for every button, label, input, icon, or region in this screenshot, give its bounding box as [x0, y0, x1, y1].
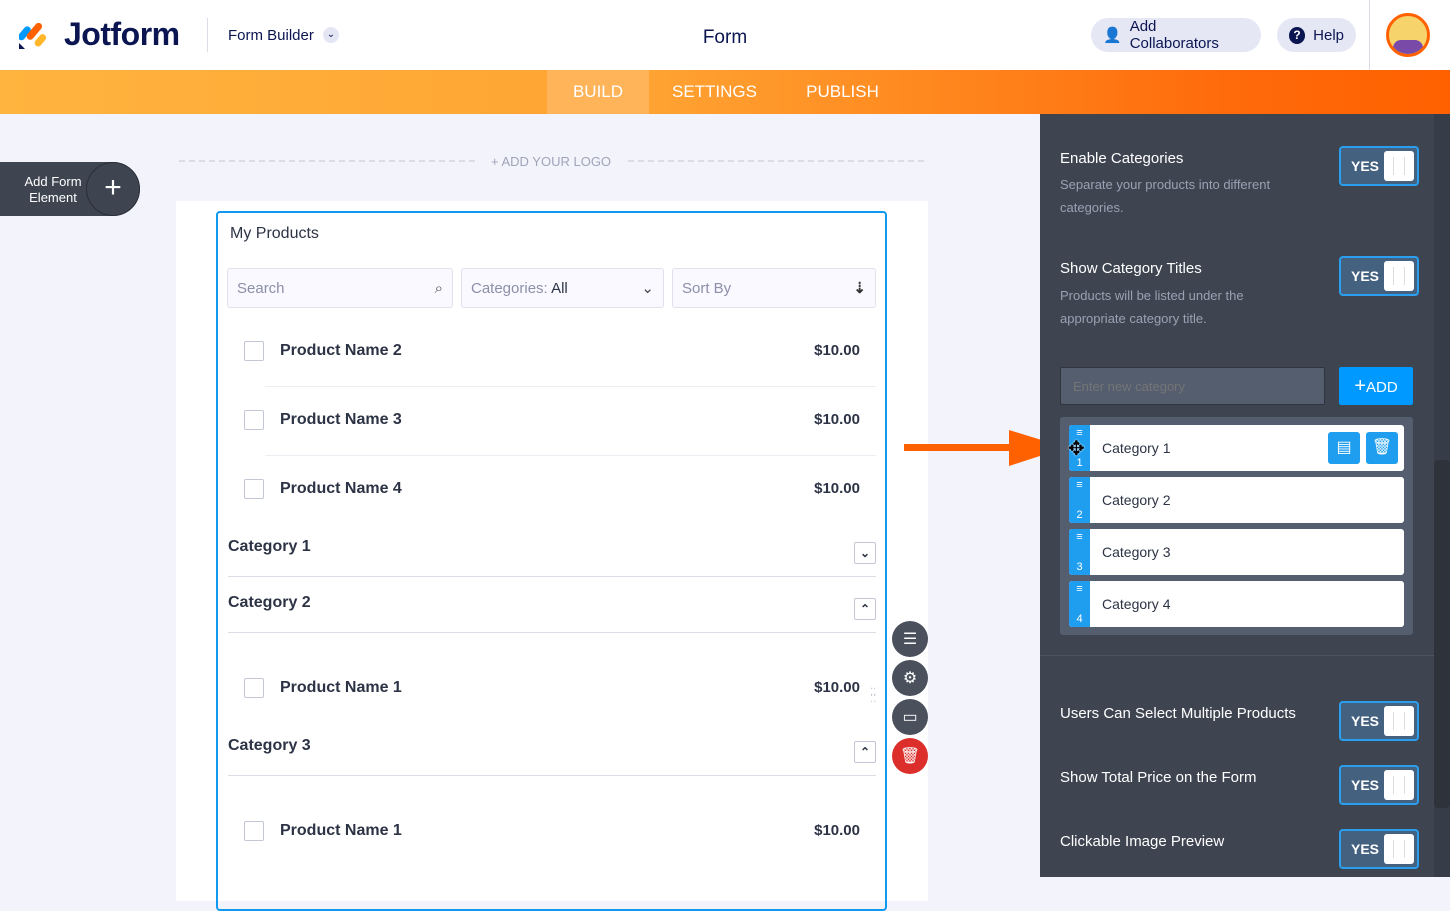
- enable-categories-desc: Separate your products into different ca…: [1060, 177, 1271, 215]
- list-icon[interactable]: ☰: [892, 621, 928, 657]
- tab-build[interactable]: BUILD: [547, 70, 649, 114]
- divider: [228, 632, 876, 633]
- checkbox[interactable]: [244, 410, 264, 430]
- drag-handle-icon[interactable]: ≡ 4: [1069, 581, 1090, 627]
- category-name: Category 4: [1102, 596, 1171, 612]
- product-name: Product Name 1: [280, 679, 402, 696]
- product-name: Product Name 2: [280, 342, 402, 359]
- image-preview-label: Clickable Image Preview: [1060, 833, 1225, 850]
- category-item[interactable]: ≡ 3 Category 3: [1069, 529, 1404, 575]
- tab-settings[interactable]: SETTINGS: [662, 70, 767, 114]
- sort-select[interactable]: Sort By ⇣: [672, 268, 876, 308]
- add-page-icon[interactable]: ▤: [1328, 432, 1360, 464]
- total-price-label: Show Total Price on the Form: [1060, 769, 1257, 786]
- category-header[interactable]: Category 1 ⌄: [228, 538, 876, 578]
- scrollbar[interactable]: [1434, 114, 1450, 877]
- product-price: $10.00: [814, 480, 860, 497]
- help-button[interactable]: ? Help: [1277, 18, 1356, 52]
- multi-select-label: Users Can Select Multiple Products: [1060, 705, 1296, 722]
- product-row[interactable]: Product Name 3 $10.00: [228, 400, 876, 440]
- product-row[interactable]: Product Name 4 $10.00: [228, 469, 876, 509]
- category-item[interactable]: ≡ 1 Category 1 ▤ 🗑: [1069, 425, 1404, 471]
- divider: [265, 386, 876, 387]
- add-form-element-button[interactable]: Add Form Element +: [0, 162, 140, 216]
- drag-handle-icon[interactable]: ≡ 3: [1069, 529, 1090, 575]
- move-cursor-icon: ✥: [1068, 438, 1085, 460]
- search-input[interactable]: Search ⌕: [227, 268, 453, 308]
- enable-categories-toggle[interactable]: YES: [1339, 146, 1419, 186]
- add-category-button[interactable]: +ADD: [1339, 367, 1413, 405]
- divider: [1040, 655, 1434, 656]
- divider: [1369, 0, 1370, 70]
- show-titles-label: Show Category Titles: [1060, 260, 1202, 277]
- trash-icon[interactable]: 🗑: [892, 738, 928, 774]
- category-header[interactable]: Category 2 ⌃: [228, 594, 876, 634]
- label: Categories:: [471, 279, 548, 297]
- product-name: Product Name 3: [280, 411, 402, 428]
- total-price-toggle[interactable]: YES: [1339, 765, 1419, 805]
- chevron-down-icon[interactable]: ⌄: [854, 542, 876, 564]
- category-name: Category 1: [228, 538, 311, 555]
- product-row[interactable]: Product Name 1 $10.00: [228, 668, 876, 708]
- placeholder: Search: [237, 279, 285, 297]
- checkbox[interactable]: [244, 678, 264, 698]
- sort-icon: ⇣: [853, 280, 866, 297]
- category-name: Category 2: [1102, 492, 1171, 508]
- tab-publish[interactable]: PUBLISH: [795, 70, 890, 114]
- product-price: $10.00: [814, 411, 860, 428]
- category-header[interactable]: Category 3 ⌃: [228, 737, 876, 777]
- add-logo-link[interactable]: + ADD YOUR LOGO: [491, 154, 611, 169]
- product-row[interactable]: Product Name 1 $10.00: [228, 811, 876, 851]
- label: ADD: [1366, 379, 1398, 396]
- checkbox[interactable]: [244, 479, 264, 499]
- new-category-input[interactable]: [1060, 367, 1325, 405]
- value: All: [551, 279, 568, 297]
- multi-select-toggle[interactable]: YES: [1339, 701, 1419, 741]
- drag-handle-icon[interactable]: ≡ 2: [1069, 477, 1090, 523]
- widget-title: My Products: [230, 225, 319, 242]
- label: Add Collaborators: [1129, 18, 1219, 52]
- enable-categories-label: Enable Categories: [1060, 150, 1184, 167]
- checkbox[interactable]: [244, 821, 264, 841]
- divider: [265, 455, 876, 456]
- category-name: Category 1: [1102, 440, 1171, 456]
- drag-handle-icon[interactable]: ⁚⁚ ⁚⁚: [870, 688, 882, 709]
- divider: [228, 576, 876, 577]
- category-item[interactable]: ≡ 4 Category 4: [1069, 581, 1404, 627]
- trash-icon[interactable]: 🗑: [1366, 432, 1398, 464]
- placeholder: Sort By: [682, 279, 732, 297]
- avatar[interactable]: [1386, 13, 1430, 57]
- search-icon: ⌕: [434, 279, 443, 297]
- label: Help: [1313, 26, 1344, 44]
- plus-icon: +: [1354, 375, 1366, 397]
- category-name: Category 2: [228, 594, 311, 611]
- help-icon: ?: [1289, 26, 1306, 44]
- show-titles-toggle[interactable]: YES: [1339, 256, 1419, 296]
- divider: [179, 160, 475, 162]
- product-name: Product Name 1: [280, 822, 402, 839]
- plus-icon: +: [86, 162, 140, 216]
- checkbox[interactable]: [244, 341, 264, 361]
- chevron-up-icon[interactable]: ⌃: [854, 741, 876, 763]
- product-price: $10.00: [814, 342, 860, 359]
- user-icon: 👤: [1103, 27, 1122, 44]
- label: Add Form Element: [24, 174, 82, 205]
- category-name: Category 3: [228, 737, 311, 754]
- product-name: Product Name 4: [280, 480, 402, 497]
- chevron-up-icon[interactable]: ⌃: [854, 598, 876, 620]
- product-row[interactable]: Product Name 2 $10.00: [228, 331, 876, 371]
- add-collaborators-button[interactable]: 👤 Add Collaborators: [1091, 18, 1261, 52]
- categories-select[interactable]: Categories: All ⌄: [461, 268, 664, 308]
- category-name: Category 3: [1102, 544, 1171, 560]
- divider: [228, 775, 876, 776]
- gear-icon[interactable]: ⚙: [892, 660, 928, 696]
- category-item[interactable]: ≡ 2 Category 2: [1069, 477, 1404, 523]
- product-price: $10.00: [814, 822, 860, 839]
- show-titles-desc: Products will be listed under the approp…: [1060, 288, 1244, 326]
- image-preview-toggle[interactable]: YES: [1339, 829, 1419, 869]
- chevron-down-icon: ⌄: [641, 280, 654, 297]
- payment-card-icon[interactable]: ▭: [892, 699, 928, 735]
- product-price: $10.00: [814, 679, 860, 696]
- divider: [628, 160, 924, 162]
